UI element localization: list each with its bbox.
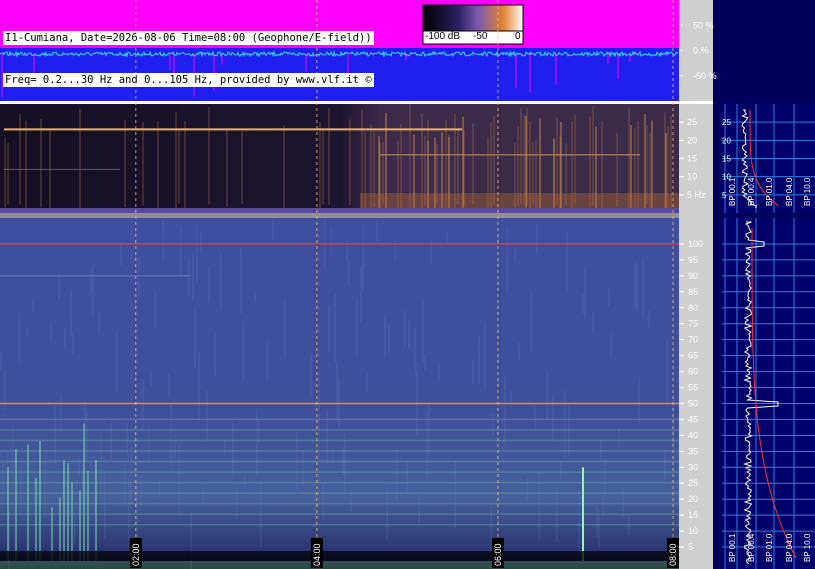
lower-dark-band xyxy=(0,551,679,561)
upper-tick-label-4: 5 Hz xyxy=(687,190,706,200)
amp-tick-label-1: 0 % xyxy=(693,46,709,56)
xtick-label-0: 02:00 xyxy=(131,543,141,566)
colorbar-label-mid: -50 xyxy=(473,31,488,42)
chart-title: I1-Cumiana, Date=2026-08-06 Time=08:00 (… xyxy=(3,3,374,115)
spectrogram-chart: 50 % 0 % -50 % 25 20 15 10 5 Hz 100 95 90 85 80 75 70 6… xyxy=(0,0,815,569)
side-upper-scale-1: BP 00.4 xyxy=(747,177,756,206)
lower-tick-label-17: 15 xyxy=(688,510,698,520)
side-upper-tick-0: 25 xyxy=(722,118,731,127)
side-panels: BP 00.1 BP 00.4 BP 01.0 BP 04.0 BP 10.0 BP 00… xyxy=(722,104,815,569)
lower-tick-label-11: 45 xyxy=(688,414,698,424)
panel-divider xyxy=(0,213,679,218)
lower-spectrogram: 100 95 90 85 80 75 70 65 60 55 50 45 40 35 30 25 20 15 10 5 xyxy=(0,218,703,569)
side-lower-scale-4: BP 10.0 xyxy=(803,533,812,562)
side-lower-scale-0: BP 00.1 xyxy=(728,533,737,562)
side-upper-scale-4: BP 10.0 xyxy=(803,177,812,206)
side-upper-tick-1: 20 xyxy=(722,136,731,145)
lower-tick-label-0: 100 xyxy=(688,239,703,249)
lower-tick-label-9: 55 xyxy=(688,383,698,393)
title-line-1: I1-Cumiana, Date=2026-08-06 Time=08:00 (… xyxy=(3,31,374,45)
upper-tick-label-0: 25 xyxy=(687,117,697,127)
lower-tick-label-2: 90 xyxy=(688,271,698,281)
lower-tick-label-1: 95 xyxy=(688,255,698,265)
lower-tick-label-4: 80 xyxy=(688,303,698,313)
colorbar-label-min: -100 dB xyxy=(425,31,461,42)
lower-tick-label-5: 75 xyxy=(688,319,698,329)
lower-tick-label-18: 10 xyxy=(688,526,698,536)
colorbar xyxy=(422,4,524,32)
upper-lowfreq-glow xyxy=(360,193,679,209)
lower-tick-label-3: 85 xyxy=(688,287,698,297)
lower-tick-label-12: 40 xyxy=(688,430,698,440)
amp-tick-label-2: -50 % xyxy=(693,71,717,81)
upper-tick-label-1: 20 xyxy=(687,135,697,145)
side-upper-tick-3: 10 xyxy=(722,173,731,182)
side-upper-tick-2: 15 xyxy=(722,155,731,164)
xtick-label-1: 04:00 xyxy=(312,543,322,566)
side-lower-scale-2: BP 01.0 xyxy=(765,533,774,562)
lower-tick-label-13: 35 xyxy=(688,446,698,456)
xtick-label-3: 08:00 xyxy=(668,543,678,566)
upper-tick-label-3: 10 xyxy=(687,172,697,182)
upper-bottom-band xyxy=(0,208,679,213)
lower-tick-label-15: 25 xyxy=(688,478,698,488)
colorbar-label-max: 0 xyxy=(515,31,521,42)
amp-axis-divider xyxy=(679,101,713,104)
lower-tick-label-16: 20 xyxy=(688,494,698,504)
upper-tick-label-2: 15 xyxy=(687,154,697,164)
lower-tick-label-10: 50 xyxy=(688,398,698,408)
lower-tick-label-19: 5 xyxy=(688,542,693,552)
lower-tick-label-7: 65 xyxy=(688,351,698,361)
side-upper-tick-4: 5 xyxy=(722,191,727,200)
title-line-2: Freq= 0.2...30 Hz and 0...105 Hz, provid… xyxy=(3,73,374,87)
xtick-label-2: 06:00 xyxy=(493,543,503,566)
lower-tick-label-8: 60 xyxy=(688,367,698,377)
side-lower-area xyxy=(722,218,815,569)
upper-spectrogram: 25 20 15 10 5 Hz xyxy=(0,104,706,218)
amp-tick-label-0: 50 % xyxy=(693,20,714,30)
side-upper-scale-2: BP 01.0 xyxy=(765,177,774,206)
side-upper-scale-3: BP 04.0 xyxy=(785,177,794,206)
side-lower-scale-3: BP 04.0 xyxy=(785,533,794,562)
lower-tick-label-6: 70 xyxy=(688,335,698,345)
lower-bottom-glow xyxy=(0,561,679,569)
lower-tick-label-14: 30 xyxy=(688,462,698,472)
side-lower-scale-1: BP 00.4 xyxy=(747,533,756,562)
